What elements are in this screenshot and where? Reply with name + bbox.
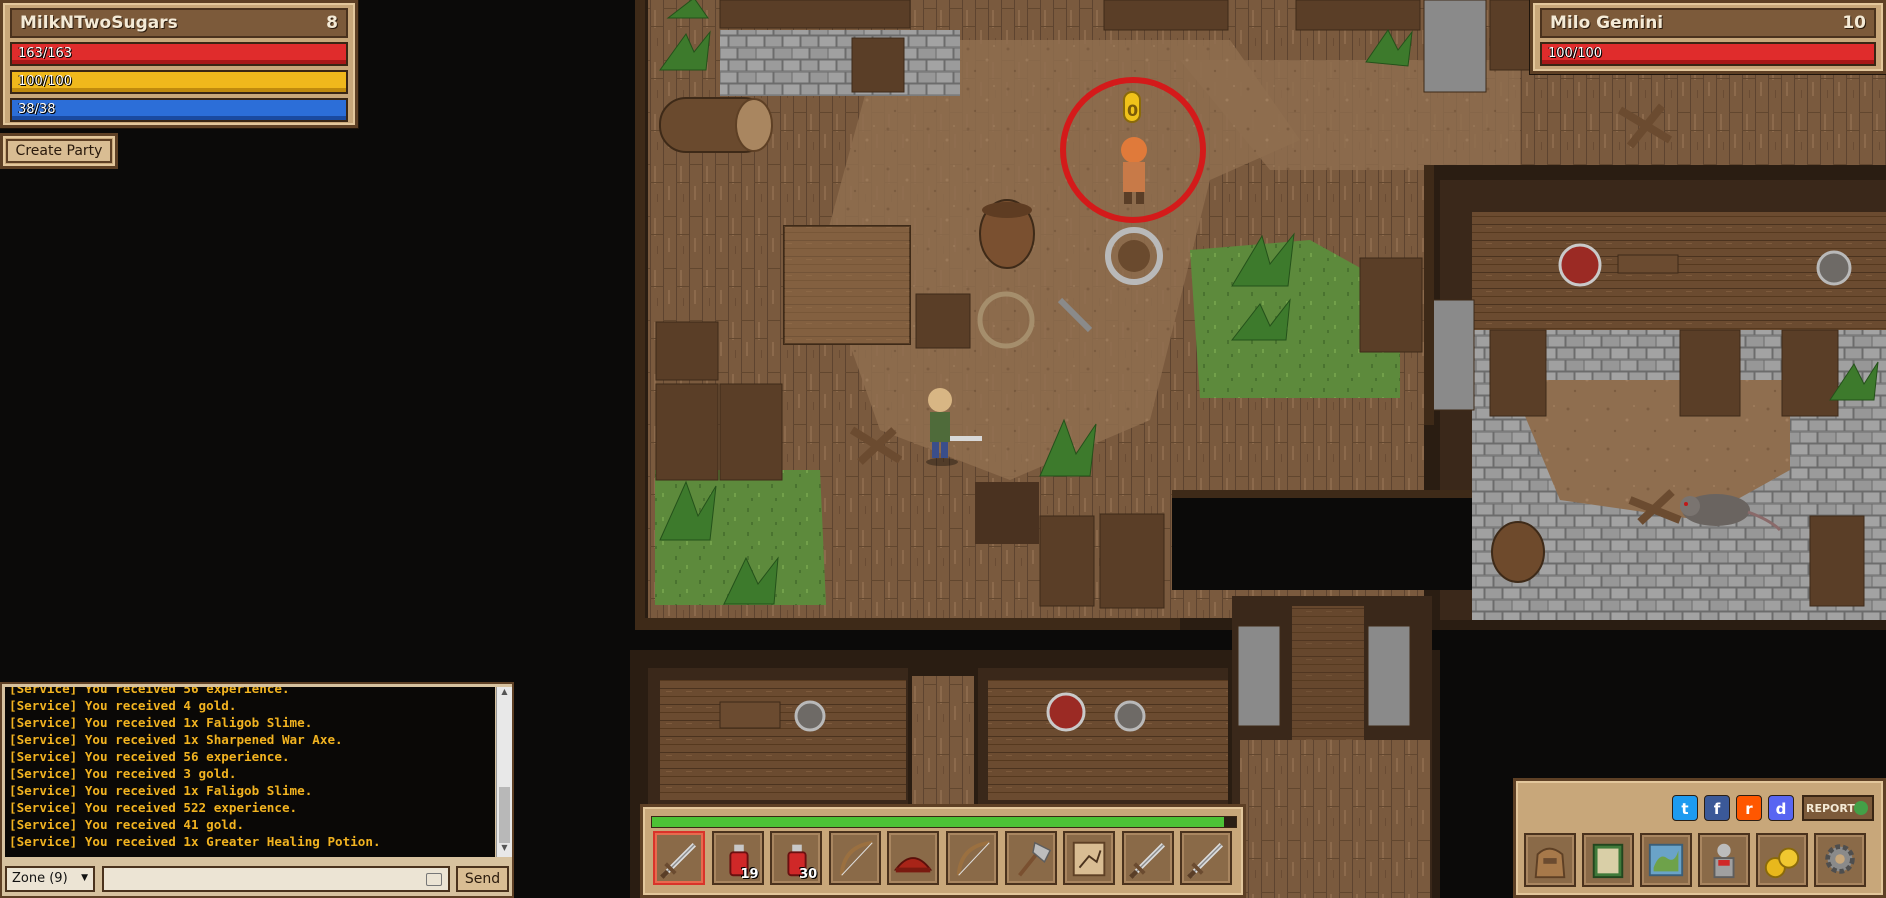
- action-slot-7[interactable]: [1004, 831, 1057, 885]
- target-health-bar: 100/100: [1540, 42, 1876, 66]
- chat-log[interactable]: [Service] You received 56 experience. [S…: [5, 687, 495, 857]
- chat-line: [Service] You received 1x Sharpened War …: [9, 732, 343, 747]
- chat-channel-select[interactable]: Zone (9) ▼: [5, 866, 95, 892]
- action-slot-4[interactable]: [828, 831, 881, 885]
- action-slot-3[interactable]: 30: [770, 831, 823, 885]
- keyboard-icon[interactable]: [426, 873, 442, 886]
- report-button[interactable]: REPORT: [1802, 795, 1874, 821]
- player-name: MilkNTwoSugars: [20, 13, 178, 33]
- gold-coins-button[interactable]: [1756, 833, 1808, 887]
- player-mana-fill: [12, 100, 346, 120]
- chat-line: [Service] You received 56 experience.: [9, 687, 290, 696]
- quest-book-button[interactable]: [1582, 833, 1634, 887]
- world-map-button[interactable]: [1640, 833, 1692, 887]
- player-nameplate: MilkNTwoSugars 8: [10, 8, 348, 38]
- chat-channel-value: Zone (9): [12, 871, 68, 886]
- chat-line: [Service] You received 1x Faligob Slime.: [9, 783, 313, 798]
- target-status-frame: Milo Gemini 10 100/100: [1530, 0, 1886, 74]
- settings-gear-button[interactable]: [1814, 833, 1866, 887]
- right-building: [1424, 165, 1886, 625]
- facebook-icon[interactable]: f: [1704, 795, 1730, 821]
- chat-line: [Service] You received 1x Greater Healin…: [9, 834, 381, 849]
- target-name: Milo Gemini: [1550, 13, 1664, 33]
- chevron-down-icon: ▼: [81, 873, 88, 883]
- chat-panel: [Service] You received 56 experience. [S…: [0, 682, 514, 898]
- chat-message-input[interactable]: [102, 866, 450, 892]
- create-party-button[interactable]: Create Party: [6, 139, 112, 163]
- game-menu-panel: tfrd REPORT: [1513, 778, 1886, 898]
- chat-line: [Service] You received 3 gold.: [9, 766, 237, 781]
- chat-line: [Service] You received 1x Faligob Slime.: [9, 715, 313, 730]
- scrollbar-thumb[interactable]: [499, 787, 510, 843]
- player-stamina-bar: 100/100: [10, 70, 348, 94]
- discord-icon[interactable]: d: [1768, 795, 1794, 821]
- chat-line: [Service] You received 522 experience.: [9, 800, 298, 815]
- report-label: REPORT: [1806, 801, 1855, 815]
- target-health-text: 100/100: [1548, 46, 1603, 61]
- report-bug-icon: [1854, 801, 1868, 815]
- player-health-bar: 163/163: [10, 42, 348, 66]
- chat-scrollbar[interactable]: ▲ ▼: [496, 687, 512, 857]
- scroll-down-arrow-icon[interactable]: ▼: [497, 843, 512, 857]
- chat-input-bar: Zone (9) ▼ Send: [5, 866, 511, 894]
- slot-count: 30: [799, 867, 818, 882]
- player-mana-bar: 38/38: [10, 98, 348, 122]
- action-slot-5[interactable]: [887, 831, 940, 885]
- action-slot-1[interactable]: [653, 831, 705, 885]
- inventory-bag-button[interactable]: [1524, 833, 1576, 887]
- create-party-panel: Create Party: [0, 133, 118, 169]
- slot-count: 19: [740, 867, 759, 882]
- experience-fill: [652, 817, 1225, 827]
- chat-line: [Service] You received 41 gold.: [9, 817, 245, 832]
- player-mana-text: 38/38: [18, 102, 56, 117]
- target-nameplate: Milo Gemini 10: [1540, 8, 1876, 38]
- action-slot-6[interactable]: [946, 831, 998, 885]
- quest-marker: 0: [1127, 101, 1138, 120]
- target-level: 10: [1842, 13, 1866, 33]
- twitter-icon[interactable]: t: [1672, 795, 1698, 821]
- experience-bar: [651, 816, 1237, 828]
- action-slot-8[interactable]: [1063, 831, 1116, 885]
- character-button[interactable]: [1698, 833, 1750, 887]
- action-slot-2[interactable]: 19: [711, 831, 764, 885]
- send-button[interactable]: Send: [456, 866, 509, 892]
- player-stamina-text: 100/100: [18, 74, 73, 89]
- chat-line: [Service] You received 56 experience.: [9, 749, 290, 764]
- player-level: 8: [326, 13, 338, 33]
- player-status-frame: MilkNTwoSugars 8 163/163 100/100 38/38: [0, 0, 358, 128]
- player-health-text: 163/163: [18, 46, 73, 61]
- action-slot-10[interactable]: [1180, 831, 1233, 885]
- chat-line: [Service] You received 4 gold.: [9, 698, 237, 713]
- action-bar: 19 30: [640, 804, 1246, 898]
- action-slot-9[interactable]: [1121, 831, 1174, 885]
- reddit-icon[interactable]: r: [1736, 795, 1762, 821]
- scroll-up-arrow-icon[interactable]: ▲: [497, 687, 512, 701]
